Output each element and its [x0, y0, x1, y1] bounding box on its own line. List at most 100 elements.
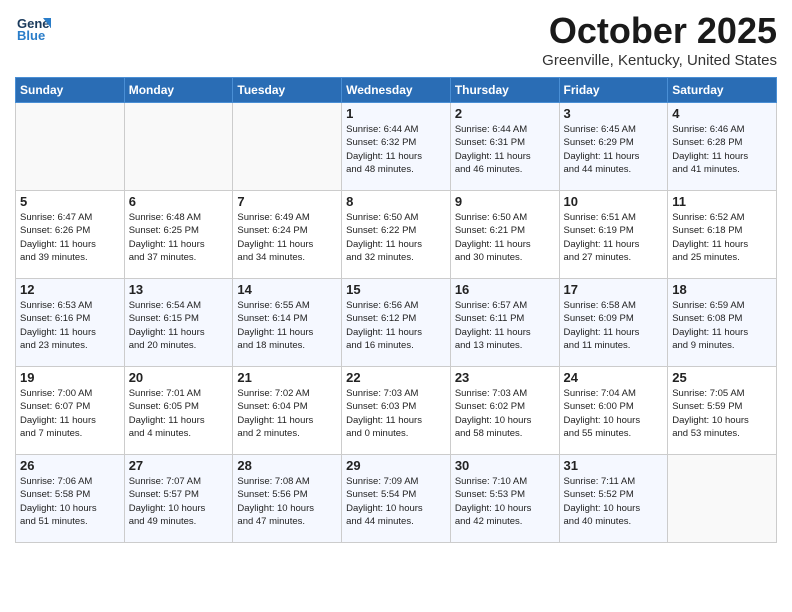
day-info: Sunrise: 7:06 AM Sunset: 5:58 PM Dayligh…	[20, 475, 120, 528]
day-number: 16	[455, 282, 555, 297]
location: Greenville, Kentucky, United States	[542, 52, 777, 69]
page-header: General Blue October 2025 Greenville, Ke…	[15, 10, 777, 69]
day-number: 19	[20, 370, 120, 385]
day-number: 14	[237, 282, 337, 297]
day-info: Sunrise: 7:03 AM Sunset: 6:02 PM Dayligh…	[455, 387, 555, 440]
calendar-day: 10Sunrise: 6:51 AM Sunset: 6:19 PM Dayli…	[559, 191, 668, 279]
calendar-day: 29 Sunrise: 7:09 AM Sunset: 5:54 PM Dayli…	[342, 455, 451, 543]
day-number: 13	[129, 282, 229, 297]
day-header: Wednesday	[342, 78, 451, 103]
calendar-day: 25 Sunrise: 7:05 AM Sunset: 5:59 PM Dayli…	[668, 367, 777, 455]
day-info: Sunrise: 6:44 AM Sunset: 6:31 PM Dayligh…	[455, 123, 555, 176]
day-number: 20	[129, 370, 229, 385]
day-info: Sunrise: 6:59 AM Sunset: 6:08 PM Dayligh…	[672, 299, 772, 352]
day-info: Sunrise: 7:03 AM Sunset: 6:03 PM Dayligh…	[346, 387, 446, 440]
calendar-day: 18 Sunrise: 6:59 AM Sunset: 6:08 PM Dayli…	[668, 279, 777, 367]
day-number: 22	[346, 370, 446, 385]
day-number: 29	[346, 458, 446, 473]
day-number: 21	[237, 370, 337, 385]
day-header: Monday	[124, 78, 233, 103]
calendar-day: 9Sunrise: 6:50 AM Sunset: 6:21 PM Daylig…	[450, 191, 559, 279]
calendar-week: 1Sunrise: 6:44 AM Sunset: 6:32 PM Daylig…	[16, 103, 777, 191]
day-header: Sunday	[16, 78, 125, 103]
calendar-day: 23 Sunrise: 7:03 AM Sunset: 6:02 PM Dayli…	[450, 367, 559, 455]
day-number: 5	[20, 194, 120, 209]
day-number: 23	[455, 370, 555, 385]
day-info: Sunrise: 7:11 AM Sunset: 5:52 PM Dayligh…	[564, 475, 664, 528]
calendar-day	[16, 103, 125, 191]
day-info: Sunrise: 6:50 AM Sunset: 6:22 PM Dayligh…	[346, 211, 446, 264]
day-info: Sunrise: 6:54 AM Sunset: 6:15 PM Dayligh…	[129, 299, 229, 352]
day-info: Sunrise: 7:07 AM Sunset: 5:57 PM Dayligh…	[129, 475, 229, 528]
calendar-week: 5Sunrise: 6:47 AM Sunset: 6:26 PM Daylig…	[16, 191, 777, 279]
calendar-day: 15 Sunrise: 6:56 AM Sunset: 6:12 PM Dayli…	[342, 279, 451, 367]
calendar-day: 27 Sunrise: 7:07 AM Sunset: 5:57 PM Dayli…	[124, 455, 233, 543]
day-number: 11	[672, 194, 772, 209]
calendar-day: 11Sunrise: 6:52 AM Sunset: 6:18 PM Dayli…	[668, 191, 777, 279]
day-number: 15	[346, 282, 446, 297]
calendar-day: 24Sunrise: 7:04 AM Sunset: 6:00 PM Dayli…	[559, 367, 668, 455]
day-info: Sunrise: 6:49 AM Sunset: 6:24 PM Dayligh…	[237, 211, 337, 264]
day-number: 30	[455, 458, 555, 473]
calendar-day: 30Sunrise: 7:10 AM Sunset: 5:53 PM Dayli…	[450, 455, 559, 543]
calendar-day: 14 Sunrise: 6:55 AM Sunset: 6:14 PM Dayli…	[233, 279, 342, 367]
calendar-day: 28Sunrise: 7:08 AM Sunset: 5:56 PM Dayli…	[233, 455, 342, 543]
calendar-day: 6 Sunrise: 6:48 AM Sunset: 6:25 PM Daylig…	[124, 191, 233, 279]
calendar-day: 1Sunrise: 6:44 AM Sunset: 6:32 PM Daylig…	[342, 103, 451, 191]
calendar-day: 17Sunrise: 6:58 AM Sunset: 6:09 PM Dayli…	[559, 279, 668, 367]
calendar-day	[668, 455, 777, 543]
day-info: Sunrise: 6:55 AM Sunset: 6:14 PM Dayligh…	[237, 299, 337, 352]
day-info: Sunrise: 7:05 AM Sunset: 5:59 PM Dayligh…	[672, 387, 772, 440]
calendar-day	[233, 103, 342, 191]
calendar-day: 4 Sunrise: 6:46 AM Sunset: 6:28 PM Daylig…	[668, 103, 777, 191]
day-header: Tuesday	[233, 78, 342, 103]
day-info: Sunrise: 7:00 AM Sunset: 6:07 PM Dayligh…	[20, 387, 120, 440]
calendar-day: 3 Sunrise: 6:45 AM Sunset: 6:29 PM Daylig…	[559, 103, 668, 191]
day-header: Saturday	[668, 78, 777, 103]
day-number: 2	[455, 106, 555, 121]
calendar-day: 21 Sunrise: 7:02 AM Sunset: 6:04 PM Dayli…	[233, 367, 342, 455]
day-info: Sunrise: 7:08 AM Sunset: 5:56 PM Dayligh…	[237, 475, 337, 528]
day-info: Sunrise: 6:46 AM Sunset: 6:28 PM Dayligh…	[672, 123, 772, 176]
day-info: Sunrise: 7:09 AM Sunset: 5:54 PM Dayligh…	[346, 475, 446, 528]
calendar-day: 20 Sunrise: 7:01 AM Sunset: 6:05 PM Dayli…	[124, 367, 233, 455]
day-info: Sunrise: 7:02 AM Sunset: 6:04 PM Dayligh…	[237, 387, 337, 440]
day-number: 12	[20, 282, 120, 297]
day-info: Sunrise: 6:44 AM Sunset: 6:32 PM Dayligh…	[346, 123, 446, 176]
calendar-day	[124, 103, 233, 191]
day-info: Sunrise: 6:50 AM Sunset: 6:21 PM Dayligh…	[455, 211, 555, 264]
day-number: 4	[672, 106, 772, 121]
calendar-week: 12 Sunrise: 6:53 AM Sunset: 6:16 PM Dayli…	[16, 279, 777, 367]
day-number: 25	[672, 370, 772, 385]
day-info: Sunrise: 6:56 AM Sunset: 6:12 PM Dayligh…	[346, 299, 446, 352]
calendar-day: 7Sunrise: 6:49 AM Sunset: 6:24 PM Daylig…	[233, 191, 342, 279]
header-row: SundayMondayTuesdayWednesdayThursdayFrid…	[16, 78, 777, 103]
calendar-week: 26Sunrise: 7:06 AM Sunset: 5:58 PM Dayli…	[16, 455, 777, 543]
calendar-day: 26Sunrise: 7:06 AM Sunset: 5:58 PM Dayli…	[16, 455, 125, 543]
day-info: Sunrise: 7:01 AM Sunset: 6:05 PM Dayligh…	[129, 387, 229, 440]
day-number: 27	[129, 458, 229, 473]
calendar-day: 12 Sunrise: 6:53 AM Sunset: 6:16 PM Dayli…	[16, 279, 125, 367]
day-info: Sunrise: 6:57 AM Sunset: 6:11 PM Dayligh…	[455, 299, 555, 352]
day-number: 18	[672, 282, 772, 297]
title-block: October 2025 Greenville, Kentucky, Unite…	[542, 10, 777, 69]
calendar-week: 19 Sunrise: 7:00 AM Sunset: 6:07 PM Dayli…	[16, 367, 777, 455]
day-info: Sunrise: 6:45 AM Sunset: 6:29 PM Dayligh…	[564, 123, 664, 176]
day-number: 10	[564, 194, 664, 209]
day-info: Sunrise: 6:53 AM Sunset: 6:16 PM Dayligh…	[20, 299, 120, 352]
day-number: 31	[564, 458, 664, 473]
calendar-day: 5Sunrise: 6:47 AM Sunset: 6:26 PM Daylig…	[16, 191, 125, 279]
day-info: Sunrise: 7:04 AM Sunset: 6:00 PM Dayligh…	[564, 387, 664, 440]
day-number: 17	[564, 282, 664, 297]
day-number: 6	[129, 194, 229, 209]
day-header: Thursday	[450, 78, 559, 103]
calendar-day: 2 Sunrise: 6:44 AM Sunset: 6:31 PM Daylig…	[450, 103, 559, 191]
calendar-day: 31 Sunrise: 7:11 AM Sunset: 5:52 PM Dayli…	[559, 455, 668, 543]
day-number: 3	[564, 106, 664, 121]
calendar-day: 22 Sunrise: 7:03 AM Sunset: 6:03 PM Dayli…	[342, 367, 451, 455]
logo-icon: General Blue	[15, 10, 51, 46]
svg-text:Blue: Blue	[17, 28, 45, 43]
month-title: October 2025	[542, 10, 777, 52]
day-info: Sunrise: 6:48 AM Sunset: 6:25 PM Dayligh…	[129, 211, 229, 264]
calendar-table: SundayMondayTuesdayWednesdayThursdayFrid…	[15, 77, 777, 543]
